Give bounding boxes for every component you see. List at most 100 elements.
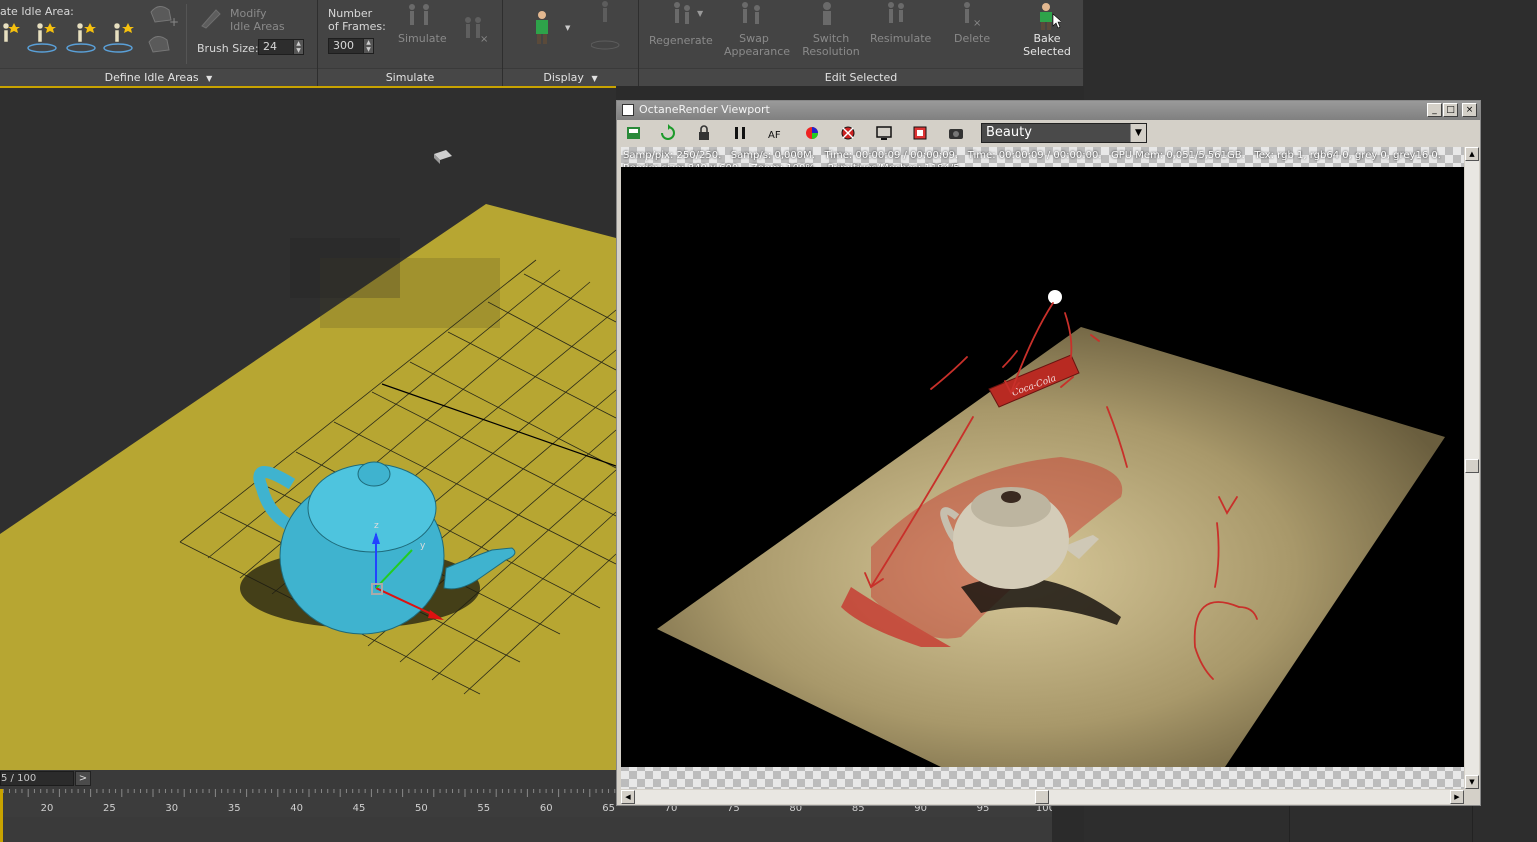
brush-size-spinner[interactable]: 24 ▲ ▼	[258, 39, 304, 55]
brush-size-label: Brush Size:	[197, 42, 259, 55]
lock-icon[interactable]	[695, 124, 713, 142]
timeline-tick-label: 40	[290, 803, 303, 814]
idle-area-figures-icon[interactable]	[0, 20, 140, 56]
octane-render-window: OctaneRender Viewport _ □ × AF Beauty ▼ …	[616, 100, 1481, 806]
close-icon[interactable]: ×	[1462, 103, 1477, 117]
simulate-section: Number of Frames: 300 ▲ ▼ Simulate × Simu…	[318, 0, 503, 86]
scroll-right-icon[interactable]: ▶	[1450, 790, 1464, 804]
svg-text:×: ×	[480, 34, 488, 45]
edit-selected-section: ▼ Regenerate Swap Appearance Switch Reso…	[639, 0, 1084, 86]
define-idle-areas-label: Define Idle Areas	[104, 71, 199, 84]
render-pass-value: Beauty	[986, 125, 1032, 140]
swap-appearance-button[interactable]: Swap Appearance	[724, 32, 790, 58]
simulate-icon[interactable]	[402, 2, 438, 30]
chevron-down-icon[interactable]: ▼	[1130, 124, 1146, 142]
ribbon-toolbar: ate Idle Area: + Modify Idle Areas Brush…	[0, 0, 1084, 86]
window-title: OctaneRender Viewport	[639, 103, 770, 116]
regenerate-button[interactable]: Regenerate	[649, 34, 713, 47]
gizmo-y-label: y	[420, 541, 426, 551]
timeline-tick-label: 55	[477, 803, 490, 814]
character-display-icon[interactable]	[529, 10, 555, 46]
time-slider[interactable]: 5 / 100	[0, 771, 74, 786]
vertical-scrollbar[interactable]: ▲ ▼	[1465, 147, 1479, 789]
resimulate-icon[interactable]	[879, 0, 913, 30]
restart-render-icon[interactable]	[659, 124, 677, 142]
next-frame-button[interactable]: >	[75, 771, 91, 786]
modify-idle-areas-button[interactable]: Modify Idle Areas	[230, 7, 285, 33]
idle-area-shape-icon[interactable]: +	[145, 2, 181, 58]
simulate-cancel-icon[interactable]: ×	[458, 14, 490, 46]
spinner-arrows-icon[interactable]: ▲ ▼	[363, 39, 373, 53]
bake-selected-icon[interactable]	[1035, 2, 1061, 32]
delete-icon[interactable]: ×	[955, 0, 985, 30]
svg-text:AF: AF	[768, 130, 781, 141]
timeline-tick-label: 45	[353, 803, 366, 814]
timeline-tick-label: 25	[103, 803, 116, 814]
panel-divider	[1289, 805, 1290, 842]
render-pass-dropdown[interactable]: Beauty ▼	[981, 123, 1147, 143]
define-idle-areas-dropdown[interactable]: Define Idle Areas ▼	[0, 68, 317, 86]
simulate-footer: Simulate	[318, 68, 502, 86]
modify-idle-areas-icon[interactable]	[198, 6, 222, 30]
switch-resolution-icon[interactable]	[813, 0, 847, 30]
create-idle-area-label: ate Idle Area:	[0, 5, 74, 18]
maximize-icon[interactable]: □	[1443, 103, 1458, 117]
bake-selected-button[interactable]: Bake Selected	[1019, 32, 1075, 58]
display-section: ▼ Display ▼	[503, 0, 639, 86]
display-label: Display	[543, 71, 584, 84]
gizmo-z-label: z	[374, 521, 379, 531]
horizontal-scrollbar[interactable]: ◀ ▶	[621, 790, 1464, 804]
viewport-scene[interactable]: z y	[0, 88, 616, 770]
render-stats-line1: Samp/pix: 250/250. Samp/s: 0,000M. Time:…	[623, 150, 1441, 161]
frames-value[interactable]: 300	[333, 39, 354, 52]
material-picker-icon[interactable]	[839, 124, 857, 142]
render-canvas[interactable]: Samp/pix: 250/250. Samp/s: 0,000M. Time:…	[621, 147, 1464, 789]
display-dropdown-arrow-icon[interactable]: ▼	[565, 24, 570, 32]
timeline-tick-label: 50	[415, 803, 428, 814]
spinner-arrows-icon[interactable]: ▲ ▼	[293, 40, 303, 54]
svg-text:+: +	[169, 15, 179, 29]
scroll-left-icon[interactable]: ◀	[621, 790, 635, 804]
define-idle-areas-section: ate Idle Area: + Modify Idle Areas Brush…	[0, 0, 318, 86]
perspective-viewport[interactable]: z y	[0, 86, 616, 770]
delete-button[interactable]: Delete	[954, 32, 990, 45]
render-light	[1048, 290, 1062, 304]
number-of-frames-label: Number of Frames:	[328, 7, 386, 33]
chevron-down-icon: ▼	[591, 74, 598, 83]
timeline-tick-label: 30	[165, 803, 178, 814]
frames-spinner[interactable]: 300 ▲ ▼	[328, 38, 374, 54]
focus-picker-icon[interactable]: AF	[767, 124, 785, 142]
svg-text:▼: ▼	[697, 9, 704, 18]
horizontal-scroll-thumb[interactable]	[1035, 790, 1049, 804]
simulate-button[interactable]: Simulate	[398, 32, 447, 45]
minimize-icon[interactable]: _	[1427, 103, 1442, 117]
scroll-up-icon[interactable]: ▲	[1465, 147, 1479, 161]
swap-appearance-icon[interactable]	[735, 0, 769, 30]
camera-icon[interactable]	[947, 124, 965, 142]
switch-resolution-button[interactable]: Switch Resolution	[801, 32, 861, 58]
display-dropdown[interactable]: Display ▼	[503, 68, 638, 86]
render-image[interactable]: Coca-Cola	[621, 167, 1464, 767]
save-image-icon[interactable]	[625, 124, 643, 142]
regenerate-icon[interactable]: ▼	[663, 0, 707, 32]
scroll-down-icon[interactable]: ▼	[1465, 775, 1479, 789]
panel-divider	[1472, 805, 1473, 842]
region-render-icon[interactable]	[875, 124, 893, 142]
window-titlebar[interactable]: OctaneRender Viewport	[617, 101, 1480, 120]
pause-icon[interactable]	[731, 124, 749, 142]
timeline-tick-label: 60	[540, 803, 553, 814]
resimulate-button[interactable]: Resimulate	[870, 32, 931, 45]
app-icon	[622, 104, 634, 116]
section-divider	[186, 4, 187, 64]
frame-indicator: 5 / 100	[1, 773, 37, 784]
vertical-scroll-thumb[interactable]	[1465, 459, 1479, 473]
octane-toolbar: AF Beauty ▼	[619, 120, 1478, 146]
color-picker-icon[interactable]	[803, 124, 821, 142]
chevron-down-icon: ▼	[206, 74, 213, 83]
display-proxy-icon[interactable]	[591, 0, 621, 52]
film-region-icon[interactable]	[911, 124, 929, 142]
svg-text:×: ×	[973, 18, 981, 29]
current-time-marker[interactable]	[0, 789, 3, 842]
timeline-tick-label: 20	[41, 803, 54, 814]
brush-size-value[interactable]: 24	[263, 40, 277, 53]
